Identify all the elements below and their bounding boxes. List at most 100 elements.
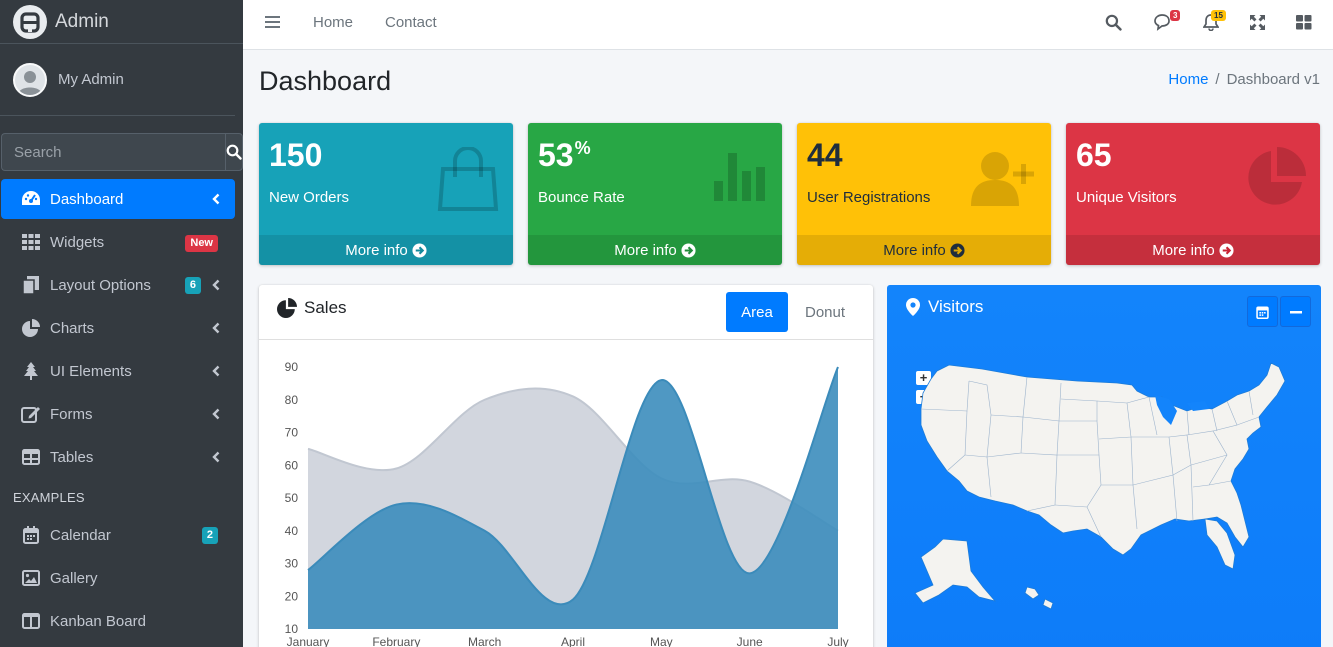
nav-link-home[interactable]: Home bbox=[313, 0, 353, 44]
y-axis-tick-label: 90 bbox=[285, 360, 299, 374]
columns-icon bbox=[21, 611, 41, 631]
search-input[interactable] bbox=[1, 133, 225, 171]
stat-value: 150 bbox=[269, 137, 323, 173]
y-axis-tick-label: 40 bbox=[285, 524, 299, 538]
pie-chart-icon bbox=[1244, 147, 1306, 214]
new-badge: New bbox=[185, 235, 218, 252]
avatar bbox=[13, 62, 47, 97]
stat-label: New Orders bbox=[269, 189, 350, 206]
image-icon bbox=[21, 568, 41, 588]
calendar-icon bbox=[21, 525, 41, 545]
hamburger-icon bbox=[265, 16, 280, 28]
stat-label: Unique Visitors bbox=[1076, 189, 1177, 206]
chevron-left-icon bbox=[212, 278, 220, 295]
sidebar: Admin My Admin Dashboard Widgets New bbox=[0, 0, 243, 647]
visitors-card: Visitors + − bbox=[887, 285, 1321, 647]
tree-icon bbox=[21, 361, 41, 381]
map-marker-icon bbox=[906, 298, 920, 316]
menu-toggle-button[interactable] bbox=[265, 0, 281, 44]
search-icon bbox=[226, 144, 242, 160]
sidebar-item-dashboard[interactable]: Dashboard bbox=[1, 179, 235, 219]
sales-card-header: Sales Area Donut bbox=[259, 285, 873, 340]
count-badge: 6 bbox=[184, 277, 201, 294]
sales-area-chart: 10 20 30 40 50 60 70 80 90 January February March Ap… bbox=[285, 360, 849, 647]
sidebar-item-label: Tables bbox=[50, 448, 94, 466]
brand-name: Admin bbox=[55, 10, 109, 32]
messages-button[interactable]: 3 bbox=[1153, 0, 1181, 44]
sidebar-item-kanban-board[interactable]: Kanban Board bbox=[1, 601, 235, 641]
sidebar-item-forms[interactable]: Forms bbox=[1, 394, 235, 434]
sidebar-item-label: Kanban Board bbox=[50, 612, 146, 630]
user-name: My Admin bbox=[58, 71, 124, 88]
stat-box-unique-visitors: 65 Unique Visitors More info bbox=[1066, 123, 1320, 265]
nav-link-contact[interactable]: Contact bbox=[385, 0, 437, 44]
stat-box-user-registrations: 44 User Registrations More info bbox=[797, 123, 1051, 265]
edit-icon bbox=[21, 404, 41, 424]
arrow-circle-right-icon bbox=[950, 242, 965, 258]
sidebar-item-label: Dashboard bbox=[50, 190, 124, 208]
more-info-link[interactable]: More info bbox=[797, 235, 1051, 265]
chevron-left-icon bbox=[212, 450, 220, 467]
sidebar-item-ui-elements[interactable]: UI Elements bbox=[1, 351, 235, 391]
grid-icon bbox=[21, 232, 41, 252]
stat-label: Bounce Rate bbox=[538, 189, 625, 206]
breadcrumb: Home / Dashboard v1 bbox=[1168, 71, 1320, 88]
tachometer-icon bbox=[21, 189, 41, 209]
navbar-search-button[interactable] bbox=[1105, 0, 1122, 44]
fullscreen-button[interactable] bbox=[1250, 0, 1265, 44]
user-plus-icon bbox=[971, 150, 1037, 211]
sidebar-item-label: Forms bbox=[50, 405, 93, 423]
x-axis-tick-label: March bbox=[468, 635, 501, 647]
sidebar-item-label: Gallery bbox=[50, 569, 98, 587]
arrow-circle-right-icon bbox=[681, 242, 696, 258]
breadcrumb-home-link[interactable]: Home bbox=[1168, 71, 1208, 88]
control-sidebar-button[interactable] bbox=[1296, 0, 1312, 44]
tab-area[interactable]: Area bbox=[726, 292, 788, 332]
table-icon bbox=[21, 447, 41, 467]
sidebar-item-tables[interactable]: Tables bbox=[1, 437, 235, 477]
breadcrumb-separator: / bbox=[1215, 71, 1220, 88]
tab-donut[interactable]: Donut bbox=[792, 292, 858, 332]
expand-icon bbox=[1250, 14, 1265, 30]
notifications-button[interactable]: 15 bbox=[1203, 0, 1226, 44]
sidebar-item-layout-options[interactable]: Layout Options 6 bbox=[1, 265, 235, 305]
count-badge: 2 bbox=[201, 527, 218, 544]
stat-value: 53% bbox=[538, 137, 591, 173]
sales-card-title: Sales bbox=[277, 298, 347, 318]
nav-section-header: EXAMPLES bbox=[13, 490, 85, 505]
x-axis-tick-label: April bbox=[561, 635, 585, 647]
bar-chart-icon bbox=[714, 153, 768, 206]
search-button[interactable] bbox=[225, 133, 243, 171]
th-large-icon bbox=[1296, 14, 1312, 29]
more-info-link[interactable]: More info bbox=[259, 235, 513, 265]
y-axis-tick-label: 30 bbox=[285, 557, 299, 571]
user-panel[interactable]: My Admin bbox=[0, 44, 235, 116]
stat-value: 65 bbox=[1076, 137, 1112, 173]
date-range-button[interactable] bbox=[1247, 296, 1278, 327]
sidebar-item-calendar[interactable]: Calendar 2 bbox=[1, 515, 235, 555]
brand-link[interactable]: Admin bbox=[0, 0, 243, 44]
sidebar-item-widgets[interactable]: Widgets New bbox=[1, 222, 235, 262]
sales-card: Sales Area Donut 10 20 30 40 50 60 70 80 90 Janua… bbox=[259, 285, 873, 647]
y-axis-tick-label: 70 bbox=[285, 426, 299, 440]
more-info-link[interactable]: More info bbox=[528, 235, 782, 265]
sidebar-item-label: UI Elements bbox=[50, 362, 132, 380]
usa-map[interactable] bbox=[887, 325, 1321, 647]
y-axis-tick-label: 20 bbox=[285, 589, 299, 603]
sidebar-item-gallery[interactable]: Gallery bbox=[1, 558, 235, 598]
messages-count-badge: 3 bbox=[1170, 10, 1181, 21]
y-axis-tick-label: 50 bbox=[285, 491, 299, 505]
arrow-circle-right-icon bbox=[1219, 242, 1234, 258]
sidebar-nav: Dashboard Widgets New Layout Options 6 C… bbox=[1, 179, 235, 644]
map-region-contiguous-us bbox=[920, 362, 1286, 556]
notifications-count-badge: 15 bbox=[1211, 10, 1226, 21]
top-navbar: Home Contact 3 15 bbox=[243, 0, 1333, 50]
y-axis-tick-label: 10 bbox=[285, 622, 299, 636]
collapse-button[interactable] bbox=[1280, 296, 1311, 327]
sidebar-item-charts[interactable]: Charts bbox=[1, 308, 235, 348]
stat-box-bounce-rate: 53% Bounce Rate More info bbox=[528, 123, 782, 265]
map-region-alaska bbox=[914, 538, 997, 604]
more-info-link[interactable]: More info bbox=[1066, 235, 1320, 265]
y-axis-tick-label: 80 bbox=[285, 393, 299, 407]
chevron-left-icon bbox=[212, 321, 220, 338]
